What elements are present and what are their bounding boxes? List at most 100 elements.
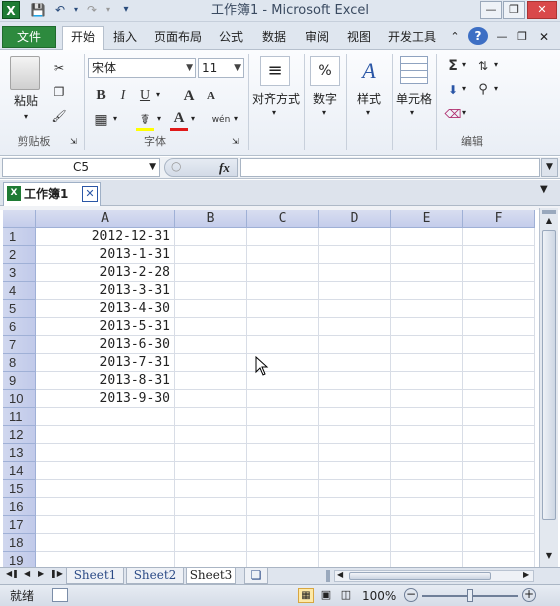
insert-sheet-icon[interactable]: ❏ [244, 568, 268, 584]
cell-c14[interactable] [247, 462, 319, 480]
cell-a1[interactable]: 2012-12-31 [36, 228, 175, 246]
cell-e5[interactable] [391, 300, 463, 318]
horizontal-scroll-thumb[interactable] [349, 572, 491, 580]
redo-icon[interactable]: ↷ [84, 2, 100, 18]
cell-c5[interactable] [247, 300, 319, 318]
column-header-a[interactable]: A [36, 210, 175, 228]
find-select-icon[interactable]: ⚲ [472, 80, 494, 100]
cut-icon[interactable]: ✂ [48, 58, 70, 78]
cell-e17[interactable] [391, 516, 463, 534]
format-painter-icon[interactable]: 🖌 [48, 106, 70, 126]
row-header[interactable]: 17 [3, 516, 36, 534]
grow-font-button[interactable]: A [178, 86, 200, 106]
sheet-tab-2[interactable]: Sheet2 [126, 568, 184, 584]
undo-icon[interactable]: ↶ [52, 2, 68, 18]
cell-a5[interactable]: 2013-4-30 [36, 300, 175, 318]
horizontal-scrollbar[interactable]: ◀ ▶ [334, 570, 534, 582]
cell-f1[interactable] [463, 228, 535, 246]
cell-e19[interactable] [391, 552, 463, 567]
phonetic-guide-button[interactable]: wén [208, 110, 234, 130]
row-header[interactable]: 8 [3, 354, 36, 372]
number-format-icon[interactable]: % [310, 56, 340, 86]
cell-e1[interactable] [391, 228, 463, 246]
cell-e12[interactable] [391, 426, 463, 444]
cell-f9[interactable] [463, 372, 535, 390]
cell-a13[interactable] [36, 444, 175, 462]
styles-button[interactable]: 样式 [350, 90, 388, 108]
cell-b15[interactable] [175, 480, 247, 498]
restore-button[interactable]: ❐ [503, 1, 525, 19]
cell-f5[interactable] [463, 300, 535, 318]
cell-d7[interactable] [319, 336, 391, 354]
cell-a11[interactable] [36, 408, 175, 426]
doc-restore-icon[interactable]: ❐ [514, 26, 530, 48]
cell-f14[interactable] [463, 462, 535, 480]
next-sheet-icon[interactable]: ▶ [38, 569, 44, 578]
cell-c13[interactable] [247, 444, 319, 462]
scroll-down-icon[interactable]: ▼ [542, 551, 556, 563]
cell-f2[interactable] [463, 246, 535, 264]
borders-dropdown-icon[interactable]: ▾ [113, 114, 117, 123]
cell-b13[interactable] [175, 444, 247, 462]
page-layout-view-icon[interactable]: ▣ [318, 588, 334, 603]
cell-f13[interactable] [463, 444, 535, 462]
normal-view-icon[interactable]: ▦ [298, 588, 314, 603]
cell-b9[interactable] [175, 372, 247, 390]
cell-f12[interactable] [463, 426, 535, 444]
cell-b4[interactable] [175, 282, 247, 300]
doc-minimize-icon[interactable]: — [494, 26, 510, 48]
tab-home[interactable]: 开始 [62, 26, 104, 50]
cell-f3[interactable] [463, 264, 535, 282]
autosum-dropdown-icon[interactable]: ▾ [462, 60, 466, 69]
zoom-in-icon[interactable]: + [522, 588, 536, 602]
number-button[interactable]: 数字 [308, 90, 342, 108]
cell-b19[interactable] [175, 552, 247, 567]
row-header[interactable]: 9 [3, 372, 36, 390]
cell-e15[interactable] [391, 480, 463, 498]
cells-icon[interactable] [400, 56, 428, 84]
cell-a15[interactable] [36, 480, 175, 498]
cell-f18[interactable] [463, 534, 535, 552]
column-header-d[interactable]: D [319, 210, 391, 228]
row-header[interactable]: 11 [3, 408, 36, 426]
tab-file[interactable]: 文件 [2, 26, 56, 48]
alignment-dropdown-icon[interactable]: ▾ [272, 108, 276, 117]
cell-a16[interactable] [36, 498, 175, 516]
cell-a10[interactable]: 2013-9-30 [36, 390, 175, 408]
clipboard-launcher-icon[interactable]: ⇲ [70, 137, 80, 147]
cell-b6[interactable] [175, 318, 247, 336]
find-dropdown-icon[interactable]: ▾ [494, 84, 498, 93]
cell-d4[interactable] [319, 282, 391, 300]
phonetic-dropdown-icon[interactable]: ▾ [234, 114, 238, 123]
cell-e16[interactable] [391, 498, 463, 516]
font-launcher-icon[interactable]: ⇲ [232, 137, 239, 146]
row-header[interactable]: 10 [3, 390, 36, 408]
scroll-left-icon[interactable]: ◀ [337, 570, 343, 579]
cell-d18[interactable] [319, 534, 391, 552]
cell-a9[interactable]: 2013-8-31 [36, 372, 175, 390]
cells-button[interactable]: 单元格 [394, 90, 434, 108]
cell-d8[interactable] [319, 354, 391, 372]
row-header[interactable]: 13 [3, 444, 36, 462]
cell-f16[interactable] [463, 498, 535, 516]
cell-e14[interactable] [391, 462, 463, 480]
save-icon[interactable]: 💾 [30, 2, 46, 18]
row-header[interactable]: 4 [3, 282, 36, 300]
split-handle[interactable] [542, 210, 556, 214]
cell-d19[interactable] [319, 552, 391, 567]
alignment-button[interactable]: 对齐方式 [250, 90, 302, 108]
sheet-tab-3-active[interactable]: Sheet3 [186, 568, 236, 584]
cell-f4[interactable] [463, 282, 535, 300]
clear-icon[interactable]: ⌫ [442, 104, 464, 124]
row-header[interactable]: 7 [3, 336, 36, 354]
row-header[interactable]: 2 [3, 246, 36, 264]
cell-d16[interactable] [319, 498, 391, 516]
zoom-slider-thumb[interactable] [467, 589, 473, 602]
cell-e13[interactable] [391, 444, 463, 462]
styles-dropdown-icon[interactable]: ▾ [366, 108, 370, 117]
cell-b18[interactable] [175, 534, 247, 552]
cell-e10[interactable] [391, 390, 463, 408]
alignment-icon[interactable]: ≡ [260, 56, 290, 86]
font-size-combo[interactable]: 11 ▼ [198, 58, 244, 78]
page-break-view-icon[interactable]: ◫ [338, 588, 354, 603]
